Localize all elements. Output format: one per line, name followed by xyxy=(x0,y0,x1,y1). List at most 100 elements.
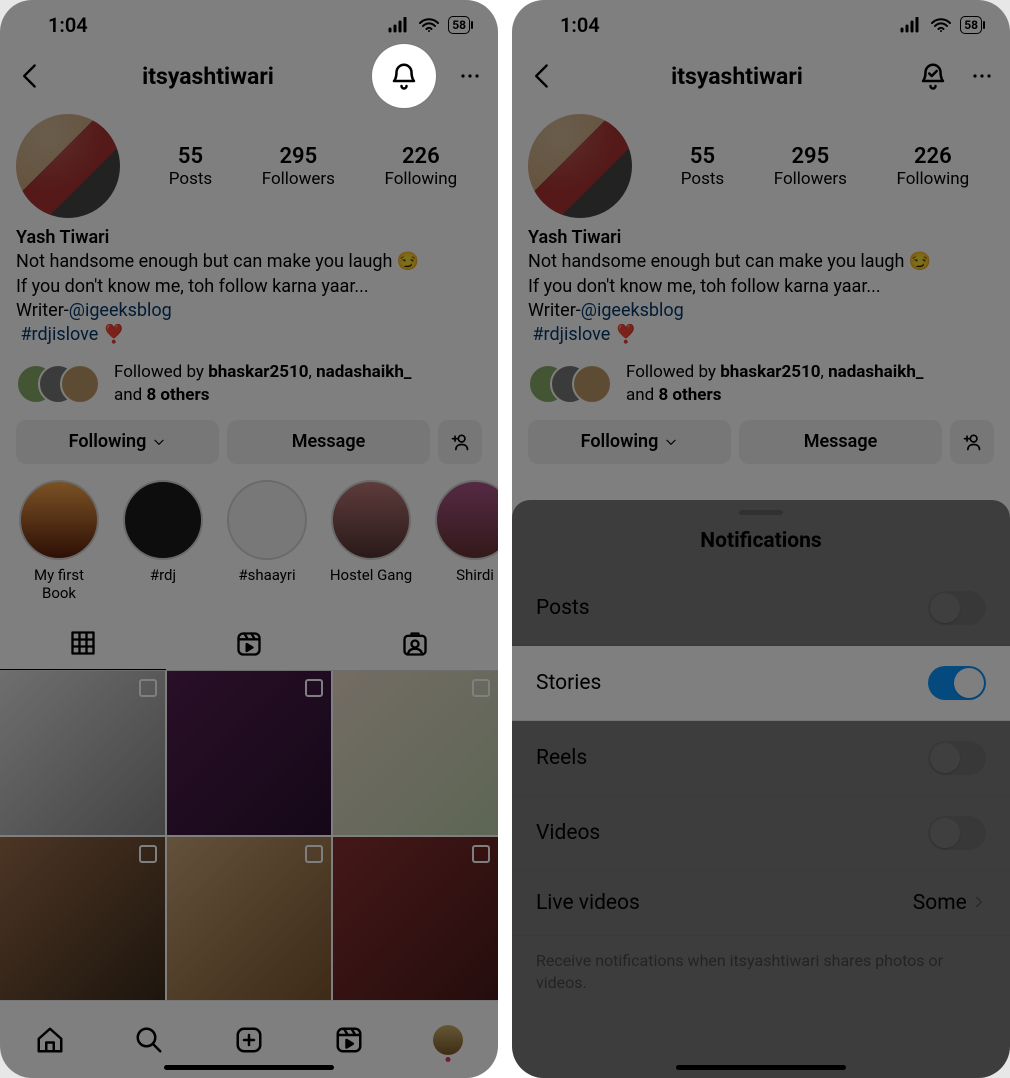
sheet-footnote: Receive notifications when itsyashtiwari… xyxy=(512,936,1010,1007)
back-icon[interactable] xyxy=(528,62,556,90)
bio: Yash Tiwari Not handsome enough but can … xyxy=(512,218,1010,347)
highlight-item[interactable]: #shaayri xyxy=(224,480,310,602)
chevron-down-icon xyxy=(152,435,166,449)
bell-icon[interactable] xyxy=(389,61,419,91)
highlight-item[interactable]: Hostel Gang xyxy=(328,480,414,602)
grid-icon xyxy=(69,629,97,657)
carousel-icon xyxy=(472,845,490,863)
row-stories[interactable]: Stories xyxy=(512,646,1010,721)
notification-bell-highlight[interactable] xyxy=(372,44,436,108)
status-time: 1:04 xyxy=(48,13,88,37)
highlight-item[interactable]: My first Book xyxy=(16,480,102,602)
bio-hashtag[interactable]: #rdjislove xyxy=(20,324,98,345)
following-button[interactable]: Following xyxy=(528,420,731,464)
highlight-item[interactable]: #rdj xyxy=(120,480,206,602)
carousel-icon xyxy=(139,845,157,863)
reels-icon xyxy=(235,630,263,658)
home-indicator xyxy=(164,1065,334,1070)
stat-following[interactable]: 226Following xyxy=(896,144,969,189)
sheet-title: Notifications xyxy=(512,529,1010,553)
row-live-videos[interactable]: Live videos Some xyxy=(512,871,1010,936)
carousel-icon xyxy=(305,679,323,697)
stat-posts[interactable]: 55 Posts xyxy=(169,144,212,189)
toggle-videos[interactable] xyxy=(928,816,986,850)
tagged-icon xyxy=(401,630,429,658)
followed-by[interactable]: Followed by bhaskar2510, nadashaikh_ and… xyxy=(512,347,1010,405)
bio-mention[interactable]: @igeeksblog xyxy=(581,300,684,321)
status-bar: 1:04 58 xyxy=(0,0,498,50)
battery-icon: 58 xyxy=(960,16,982,34)
message-button[interactable]: Message xyxy=(739,420,942,464)
tab-reels[interactable] xyxy=(166,618,332,670)
bio-line-1: Not handsome enough but can make you lau… xyxy=(16,250,482,274)
more-icon[interactable] xyxy=(458,64,482,88)
action-buttons: Following Message xyxy=(0,406,498,464)
profile-header: itsyashtiwari xyxy=(512,50,1010,102)
toggle-stories[interactable] xyxy=(928,666,986,700)
toggle-posts[interactable] xyxy=(928,591,986,625)
status-icons: 58 xyxy=(388,16,470,34)
profile-tabs xyxy=(0,618,498,671)
bio-hashtag[interactable]: #rdjislove xyxy=(532,324,610,345)
post-thumbnail[interactable] xyxy=(0,671,165,836)
search-icon[interactable] xyxy=(134,1025,164,1055)
username-title: itsyashtiwari xyxy=(44,63,372,90)
profile-stats-row: 55 Posts 295 Followers 226 Following xyxy=(0,102,498,218)
add-person-icon xyxy=(962,432,982,452)
row-posts[interactable]: Posts xyxy=(512,571,1010,646)
battery-icon: 58 xyxy=(448,16,470,34)
chevron-down-icon xyxy=(664,435,678,449)
bio-mention[interactable]: @igeeksblog xyxy=(69,300,172,321)
bio: Yash Tiwari Not handsome enough but can … xyxy=(0,218,498,347)
status-icons: 58 xyxy=(900,16,982,34)
profile-header: itsyashtiwari xyxy=(0,50,498,102)
status-bar: 1:04 58 xyxy=(512,0,1010,50)
profile-nav-avatar[interactable] xyxy=(433,1025,463,1055)
suggest-user-button[interactable] xyxy=(438,420,482,464)
post-thumbnail[interactable] xyxy=(333,671,498,836)
left-screenshot: 1:04 58 itsyashtiwari 55 xyxy=(0,0,498,1078)
carousel-icon xyxy=(472,679,490,697)
row-videos[interactable]: Videos xyxy=(512,796,1010,871)
display-name: Yash Tiwari xyxy=(16,226,482,250)
home-icon[interactable] xyxy=(35,1025,65,1055)
carousel-icon xyxy=(139,679,157,697)
username-title: itsyashtiwari xyxy=(556,63,918,90)
message-button[interactable]: Message xyxy=(227,420,430,464)
sheet-handle[interactable] xyxy=(739,510,783,515)
tab-grid[interactable] xyxy=(0,618,166,670)
stat-following[interactable]: 226 Following xyxy=(384,144,457,189)
stat-followers[interactable]: 295 Followers xyxy=(262,144,335,189)
post-thumbnail[interactable] xyxy=(0,837,165,1002)
avatar[interactable] xyxy=(528,114,632,218)
carousel-icon xyxy=(305,845,323,863)
signal-icon xyxy=(900,17,922,33)
followed-by[interactable]: Followed by bhaskar2510, nadashaikh_ and… xyxy=(0,347,498,405)
more-icon[interactable] xyxy=(970,64,994,88)
add-person-icon xyxy=(450,432,470,452)
back-icon[interactable] xyxy=(16,62,44,90)
avatar[interactable] xyxy=(16,114,120,218)
reels-nav-icon[interactable] xyxy=(334,1025,364,1055)
wifi-icon xyxy=(418,17,440,33)
notifications-sheet: Notifications Posts Stories Reels Videos… xyxy=(512,500,1010,1078)
post-thumbnail[interactable] xyxy=(167,671,332,836)
story-highlights: My first Book #rdj #shaayri Hostel Gang … xyxy=(0,464,498,602)
post-thumbnail[interactable] xyxy=(167,837,332,1002)
toggle-reels[interactable] xyxy=(928,741,986,775)
create-icon[interactable] xyxy=(234,1025,264,1055)
suggest-user-button[interactable] xyxy=(950,420,994,464)
highlight-item[interactable]: Shirdi xyxy=(432,480,498,602)
stat-followers[interactable]: 295Followers xyxy=(774,144,847,189)
following-button[interactable]: Following xyxy=(16,420,219,464)
bell-check-icon[interactable] xyxy=(918,61,948,91)
profile-stats-row: 55Posts 295Followers 226Following xyxy=(512,102,1010,218)
wifi-icon xyxy=(930,17,952,33)
stat-posts[interactable]: 55Posts xyxy=(681,144,724,189)
bio-line-4: #rdjislove ❣️ xyxy=(16,323,482,347)
posts-grid xyxy=(0,671,498,1002)
post-thumbnail[interactable] xyxy=(333,837,498,1002)
row-reels[interactable]: Reels xyxy=(512,721,1010,796)
tab-tagged[interactable] xyxy=(332,618,498,670)
bio-line-2: If you don't know me, toh follow karna y… xyxy=(16,275,482,299)
